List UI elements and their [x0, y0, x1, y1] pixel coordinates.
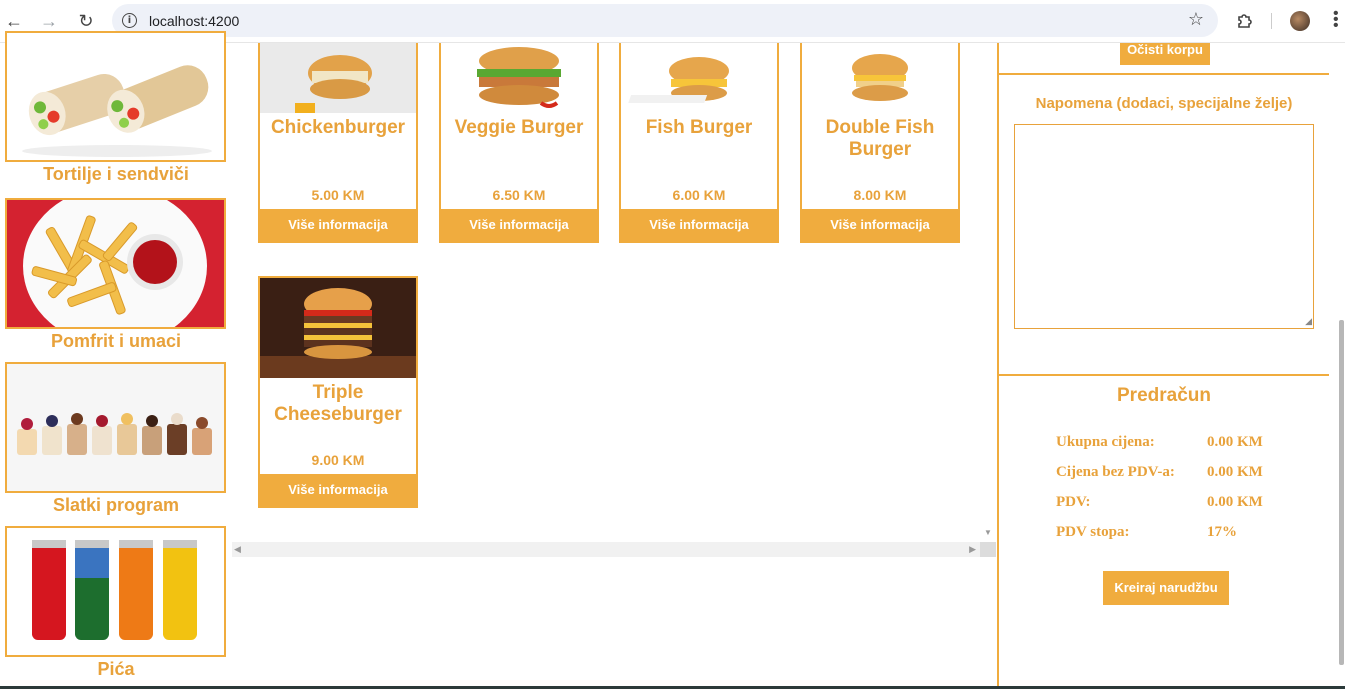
product-card: Triple Cheeseburger 9.00 KM Više informa… — [258, 276, 418, 508]
more-info-button[interactable]: Više informacija — [621, 209, 777, 241]
divider — [999, 73, 1329, 75]
profile-avatar[interactable] — [1290, 11, 1310, 31]
bill-value: 0.00 KM — [1207, 464, 1263, 480]
scroll-down-arrow-icon[interactable]: ▼ — [984, 528, 992, 537]
product-image[interactable] — [802, 43, 958, 113]
bill-value: 0.00 KM — [1207, 434, 1263, 450]
category-label[interactable]: Pomfrit i umaci — [5, 331, 227, 352]
category-label[interactable]: Tortilje i sendviči — [5, 164, 227, 185]
scroll-left-arrow-icon[interactable]: ◀ — [234, 544, 241, 555]
category-image-drinks[interactable] — [5, 526, 226, 657]
note-title: Napomena (dodaci, specijalne želje) — [1035, 95, 1293, 112]
bill-title: Predračun — [1117, 385, 1211, 406]
product-horizontal-scrollbar[interactable]: ◀ ▶ — [232, 542, 980, 557]
address-bar[interactable]: i localhost:4200 ☆ — [112, 4, 1218, 37]
product-price: 8.00 KM — [853, 187, 907, 203]
product-name: Double Fish Burger — [825, 117, 935, 160]
toolbar-separator — [1271, 13, 1272, 29]
product-price: 6.50 KM — [492, 187, 546, 203]
reload-icon[interactable]: ↻ — [76, 11, 96, 31]
bill-row: Cijena bez PDV-a: 0.00 KM — [1056, 464, 1316, 494]
order-panel: Očisti korpu Napomena (dodaci, specijaln… — [997, 43, 1331, 689]
page-scrollbar-thumb[interactable] — [1339, 320, 1344, 665]
clear-cart-button[interactable]: Očisti korpu — [1120, 43, 1210, 65]
category-image-desserts[interactable] — [5, 362, 226, 493]
create-order-button[interactable]: Kreiraj narudžbu — [1103, 571, 1229, 605]
bill-value: 17% — [1207, 524, 1237, 540]
bill-label: Ukupna cijena: — [1056, 434, 1155, 450]
product-card: Chickenburger 5.00 KM Više informacija — [258, 43, 418, 243]
category-label[interactable]: Slatki program — [5, 495, 227, 516]
product-image[interactable] — [441, 43, 597, 113]
bill-label: Cijena bez PDV-a: — [1056, 464, 1175, 480]
product-vertical-scrollbar[interactable]: ▼ — [980, 43, 996, 540]
product-name: Triple Cheeseburger — [274, 382, 402, 425]
scrollbar-corner — [980, 542, 996, 557]
product-price: 6.00 KM — [672, 187, 726, 203]
product-card: Veggie Burger 6.50 KM Više informacija — [439, 43, 599, 243]
bill-row: Ukupna cijena: 0.00 KM — [1056, 434, 1316, 464]
menu-kebab-icon[interactable]: • • • — [1333, 6, 1339, 34]
forward-arrow-icon[interactable]: → — [39, 11, 59, 31]
url-text[interactable]: localhost:4200 — [149, 13, 239, 29]
scroll-right-arrow-icon[interactable]: ▶ — [969, 544, 976, 555]
more-info-button[interactable]: Više informacija — [802, 209, 958, 241]
divider — [999, 374, 1329, 376]
category-label[interactable]: Pića — [5, 659, 227, 680]
extensions-puzzle-icon[interactable] — [1236, 11, 1254, 29]
more-info-button[interactable]: Više informacija — [441, 209, 597, 241]
product-name: Chickenburger — [270, 117, 406, 138]
product-card: Fish Burger 6.00 KM Više informacija — [619, 43, 779, 243]
bill-label: PDV stopa: — [1056, 524, 1130, 540]
site-info-icon[interactable]: i — [122, 13, 137, 28]
category-image-wraps[interactable] — [5, 31, 226, 162]
category-pica[interactable]: Pića — [5, 526, 237, 680]
category-pomfrit[interactable]: Pomfrit i umaci — [5, 198, 237, 352]
product-image[interactable] — [260, 278, 416, 378]
more-info-button[interactable]: Više informacija — [260, 209, 416, 241]
resize-grip-icon[interactable]: ◢ — [1305, 316, 1312, 327]
note-textarea[interactable]: ◢ — [1014, 124, 1314, 329]
bill-value: 0.00 KM — [1207, 494, 1263, 510]
product-price: 5.00 KM — [311, 187, 365, 203]
back-arrow-icon[interactable]: ← — [4, 11, 24, 31]
category-image-fries[interactable] — [5, 198, 226, 329]
category-slatki[interactable]: Slatki program — [5, 362, 237, 516]
category-tortilje[interactable]: Tortilje i sendviči — [5, 31, 237, 185]
product-card: Double Fish Burger 8.00 KM Više informac… — [800, 43, 960, 243]
bill-row: PDV: 0.00 KM — [1056, 494, 1316, 524]
bill-label: PDV: — [1056, 494, 1091, 510]
product-image[interactable] — [621, 43, 777, 113]
bill-summary: Ukupna cijena: 0.00 KM Cijena bez PDV-a:… — [1056, 434, 1316, 554]
product-name: Veggie Burger — [454, 117, 584, 138]
more-info-button[interactable]: Više informacija — [260, 474, 416, 506]
product-price: 9.00 KM — [311, 452, 365, 468]
product-name: Fish Burger — [645, 117, 753, 138]
bill-row: PDV stopa: 17% — [1056, 524, 1316, 554]
product-image[interactable] — [260, 43, 416, 113]
product-grid: Chickenburger 5.00 KM Više informacija V… — [232, 43, 980, 540]
category-list: Tortilje i sendviči Pomfrit i umaci Slat… — [0, 31, 232, 689]
bookmark-star-icon[interactable]: ☆ — [1188, 9, 1204, 30]
